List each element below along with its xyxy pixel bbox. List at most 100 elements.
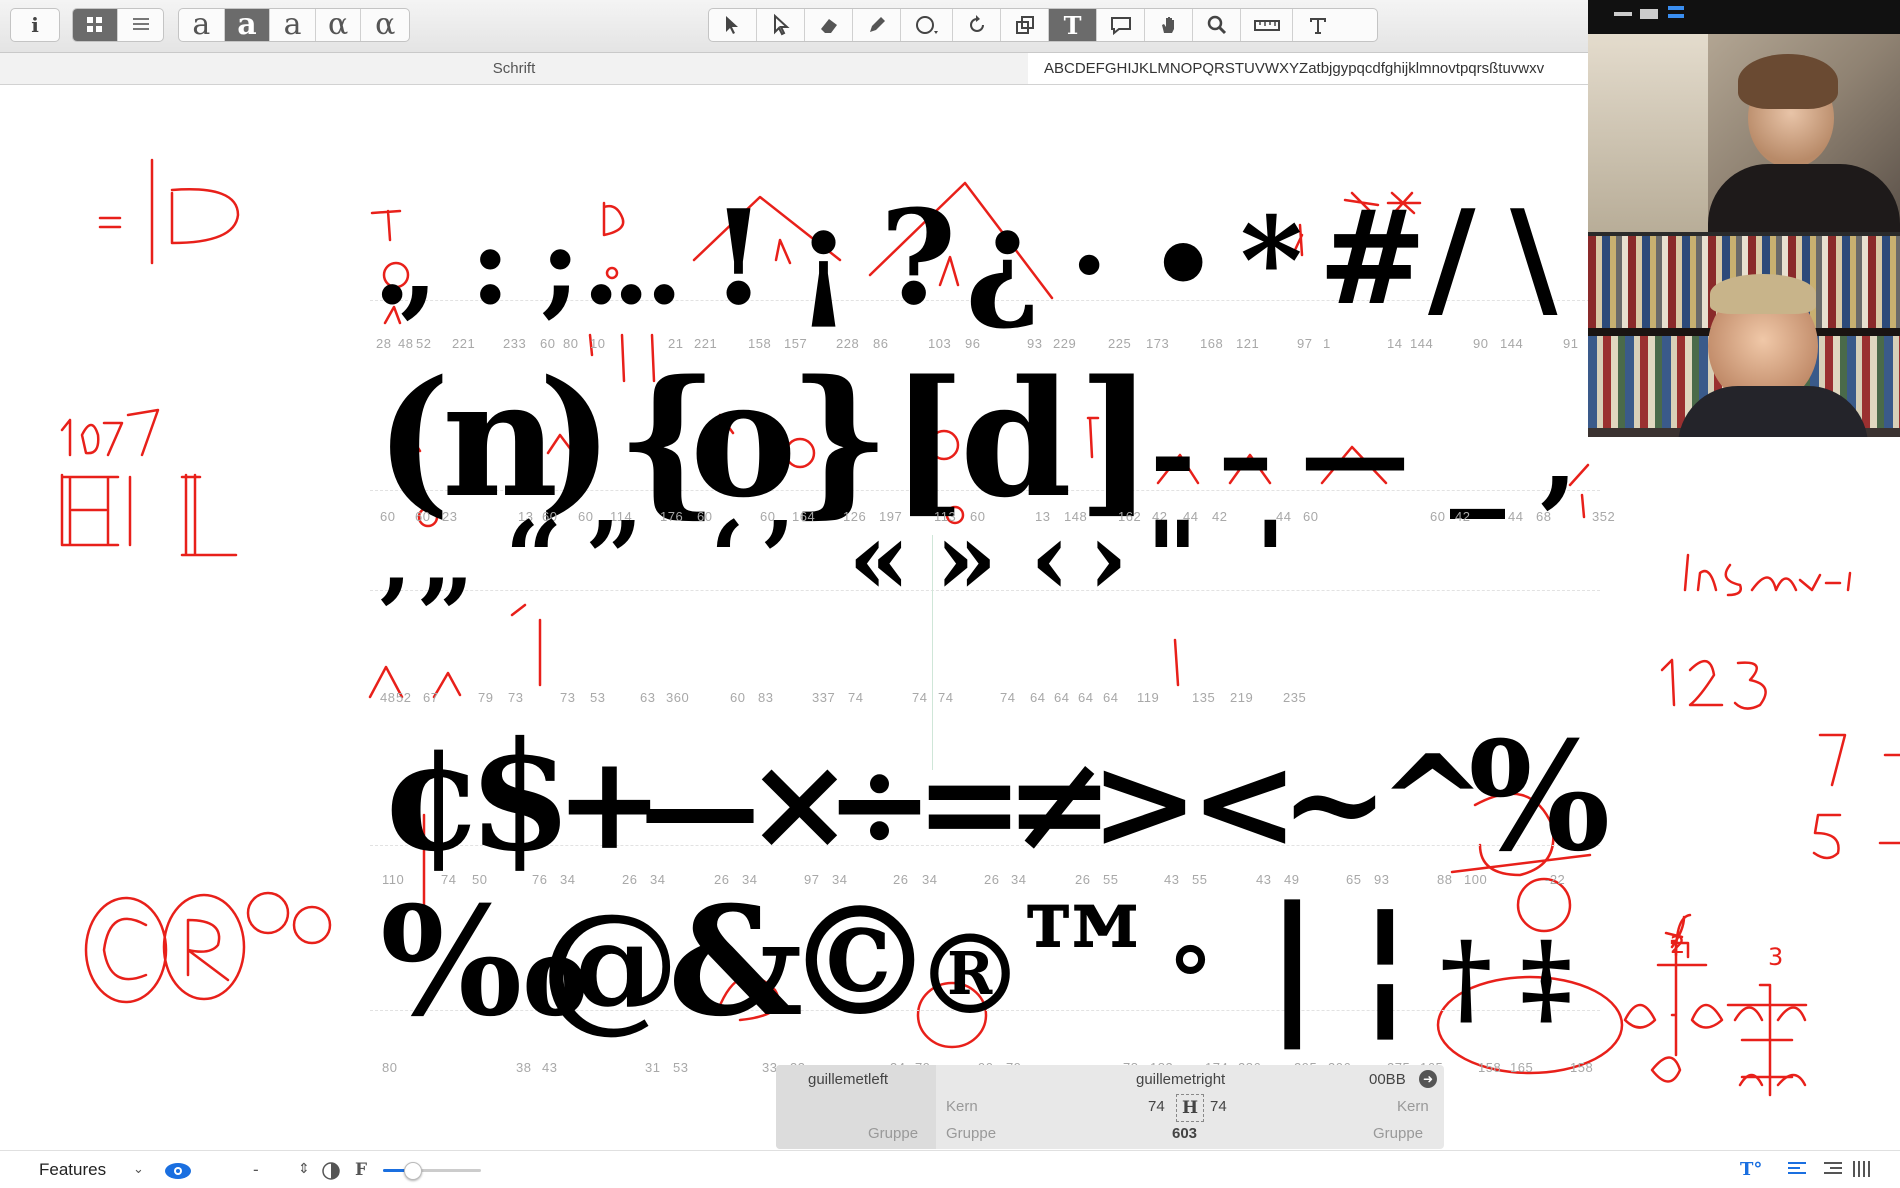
kern-right-value[interactable]: 74 bbox=[1210, 1098, 1227, 1115]
glyph-cell[interactable]: | bbox=[1265, 887, 1320, 1037]
zoom-tool[interactable] bbox=[1193, 9, 1241, 41]
glyph-cell[interactable]: % bbox=[1468, 722, 1611, 872]
text-options-icon[interactable]: T° bbox=[1740, 1159, 1762, 1180]
style-button-4[interactable]: α bbox=[316, 9, 362, 41]
glyph-cell[interactable]: ) bbox=[538, 359, 614, 519]
glyph-cell[interactable]: , bbox=[400, 209, 438, 320]
style-button-3[interactable]: a bbox=[270, 9, 316, 41]
glyph-cell[interactable]: – bbox=[1218, 399, 1273, 510]
glyph-cell[interactable]: [ bbox=[890, 359, 966, 519]
glyph-cell[interactable]: ( bbox=[375, 359, 451, 519]
glyph-cell[interactable]: ¦ bbox=[1358, 887, 1413, 1037]
rotate-tool[interactable] bbox=[953, 9, 1001, 41]
glyph-cell[interactable]: ’ bbox=[760, 508, 795, 608]
glyph-cell[interactable]: : bbox=[470, 209, 511, 320]
video-tile-participant-1[interactable] bbox=[1588, 34, 1900, 232]
chevron-down-icon[interactable]: ⌄ bbox=[133, 1161, 144, 1177]
shape-tool[interactable] bbox=[901, 9, 953, 41]
glyph-cell[interactable]: ‡ bbox=[1520, 928, 1572, 1028]
info-button[interactable]: i bbox=[10, 8, 60, 42]
align-left-icon[interactable] bbox=[1788, 1161, 1808, 1182]
glyph-cell[interactable]: ! bbox=[710, 193, 767, 323]
glyph-cell[interactable]: / bbox=[1428, 193, 1475, 323]
style-switch[interactable]: a a a α α bbox=[178, 8, 410, 42]
sample-text-field[interactable]: ABCDEFGHIJKLMNOPQRSTUVWXYZatbjgypqcdfghi… bbox=[1028, 53, 1588, 84]
stepper-icon[interactable]: ⇕ bbox=[298, 1160, 310, 1177]
glyph-cell[interactable]: , bbox=[1540, 399, 1578, 510]
glyph-cell[interactable]: ® bbox=[915, 919, 1025, 1030]
glyph-cell[interactable]: ¿ bbox=[965, 193, 1041, 323]
size-slider-knob[interactable] bbox=[404, 1162, 423, 1180]
glyph-cell[interactable]: - bbox=[1150, 399, 1196, 510]
glyph-cell[interactable]: _ bbox=[1450, 399, 1505, 510]
glyph-cell[interactable]: — bbox=[640, 746, 760, 867]
size-slider-track[interactable] bbox=[383, 1162, 481, 1180]
eraser-tool[interactable] bbox=[805, 9, 853, 41]
window-icon[interactable] bbox=[1640, 9, 1658, 19]
glyph-cell[interactable]: \ bbox=[1510, 193, 1557, 323]
glyph-cell[interactable]: • bbox=[1148, 209, 1218, 320]
annotation-stroke bbox=[162, 893, 246, 1001]
grid-view-button[interactable] bbox=[73, 9, 119, 41]
video-tile-participant-2[interactable] bbox=[1588, 236, 1900, 437]
glyph-cell[interactable]: . bbox=[645, 209, 683, 320]
arrow-right-icon[interactable]: ➜ bbox=[1419, 1070, 1437, 1088]
select-tool[interactable] bbox=[709, 9, 757, 41]
glyph-cell[interactable]: ~ bbox=[1280, 738, 1389, 868]
glyph-cell[interactable]: » bbox=[935, 508, 998, 608]
glyph-cell[interactable]: > bbox=[1090, 738, 1199, 868]
glyph-cell[interactable]: @ bbox=[540, 895, 680, 1035]
glyph-cell[interactable]: ‚ bbox=[378, 508, 413, 608]
text-tool[interactable]: T bbox=[1049, 9, 1097, 41]
align-right-icon[interactable] bbox=[1822, 1161, 1842, 1182]
list-view-button[interactable] bbox=[118, 9, 163, 41]
video-call-overlay[interactable] bbox=[1588, 0, 1900, 437]
glyph-cell[interactable]: “ bbox=[505, 508, 563, 608]
glyph-cell[interactable]: ° bbox=[1168, 936, 1213, 1026]
glyph-cell[interactable]: › bbox=[1088, 508, 1128, 608]
style-button-5[interactable]: α bbox=[361, 9, 409, 41]
glyph-cell[interactable]: ¡ bbox=[795, 193, 852, 323]
glyph-cell[interactable]: & bbox=[668, 887, 803, 1037]
features-dropdown[interactable]: Features bbox=[39, 1160, 106, 1180]
glyph-cell[interactable]: ” bbox=[585, 508, 643, 608]
measure-tool[interactable] bbox=[1241, 9, 1293, 41]
glyph-cell[interactable]: „ bbox=[418, 508, 476, 608]
eye-icon[interactable] bbox=[163, 1162, 193, 1185]
hand-tool[interactable] bbox=[1145, 9, 1193, 41]
glyph-cell[interactable]: ] bbox=[1078, 359, 1154, 519]
glyph-cell[interactable]: } bbox=[788, 359, 891, 519]
scale-tool[interactable] bbox=[1001, 9, 1049, 41]
justify-icon[interactable] bbox=[1852, 1161, 1872, 1182]
view-mode-switch[interactable] bbox=[72, 8, 164, 42]
style-button-1[interactable]: a bbox=[179, 9, 225, 41]
kern-left-value[interactable]: 74 bbox=[1148, 1098, 1165, 1115]
minimize-icon[interactable] bbox=[1614, 12, 1632, 16]
glyph-cell[interactable]: d bbox=[960, 359, 1072, 519]
annotation-tool[interactable] bbox=[1097, 9, 1145, 41]
pencil-tool[interactable] bbox=[853, 9, 901, 41]
layout-icon[interactable] bbox=[1668, 6, 1684, 10]
glyph-cell[interactable]: " bbox=[1146, 508, 1198, 608]
glyph-cell[interactable]: ™ bbox=[1010, 887, 1160, 1037]
glyph-cell[interactable]: * bbox=[1240, 201, 1303, 322]
glyph-cell[interactable]: « bbox=[848, 508, 911, 608]
glyph-cell[interactable]: † bbox=[1440, 928, 1492, 1028]
glyph-cell[interactable]: # bbox=[1318, 193, 1427, 323]
glyph-cell[interactable]: — bbox=[1300, 399, 1410, 510]
sidebearing-value: 119 bbox=[1137, 690, 1160, 705]
glyph-cell[interactable]: o bbox=[690, 359, 797, 519]
glyph-cell[interactable]: ‹ bbox=[1030, 508, 1070, 608]
contrast-icon[interactable] bbox=[322, 1162, 340, 1185]
right-glyph-name[interactable]: guillemetright bbox=[1136, 1071, 1225, 1088]
glyph-cell[interactable]: ? bbox=[880, 193, 956, 323]
style-button-2[interactable]: a bbox=[224, 9, 271, 41]
glyph-cell[interactable]: ' bbox=[1255, 508, 1286, 608]
left-glyph-name[interactable]: guillemetleft bbox=[808, 1071, 888, 1088]
glyph-cell[interactable]: ; bbox=[540, 209, 581, 320]
glyph-cell[interactable]: ‘ bbox=[710, 508, 745, 608]
type-tool[interactable] bbox=[1293, 9, 1343, 41]
glyph-cell[interactable]: © bbox=[785, 887, 935, 1037]
glyph-cell[interactable]: · bbox=[1070, 209, 1108, 320]
pen-select-tool[interactable] bbox=[757, 9, 805, 41]
